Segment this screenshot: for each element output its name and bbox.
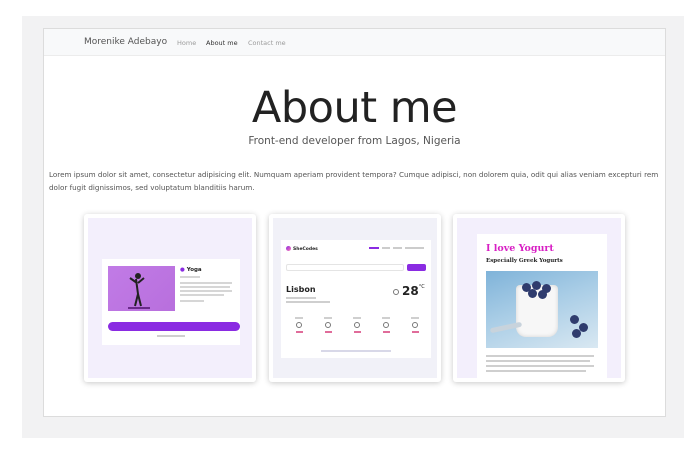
yoga-card-title: ● Yoga bbox=[180, 267, 202, 273]
forecast-day bbox=[322, 317, 334, 333]
yogurt-title: I love Yogurt bbox=[486, 243, 554, 254]
yogurt-preview-panel: I love Yogurt Especially Greek Yogurts bbox=[477, 234, 607, 382]
forecast-weather-icon bbox=[412, 321, 418, 328]
blueberry bbox=[538, 290, 547, 299]
weather-menu-item bbox=[369, 247, 379, 249]
weather-menu-item bbox=[382, 247, 390, 249]
weather-search-button bbox=[407, 264, 426, 271]
navbar-brand[interactable]: Morenike Adebayo bbox=[84, 37, 167, 47]
weather-menu-item bbox=[393, 247, 402, 249]
forecast-weather-icon bbox=[296, 321, 302, 328]
yogurt-preview: I love Yogurt Especially Greek Yogurts bbox=[457, 218, 621, 382]
forecast-day bbox=[409, 317, 421, 333]
blueberry bbox=[572, 329, 581, 338]
yogurt-photo bbox=[486, 271, 598, 348]
yoga-cta-button bbox=[108, 322, 240, 331]
yoga-image bbox=[108, 266, 175, 311]
weather-detail-line bbox=[286, 297, 316, 299]
yoga-figure-icon bbox=[128, 273, 150, 309]
page-subtitle: Front-end developer from Lagos, Nigeria bbox=[248, 135, 461, 147]
yogurt-subtitle: Especially Greek Yogurts bbox=[486, 258, 563, 264]
weather-logo: SheCodes bbox=[286, 246, 318, 252]
yoga-footnote bbox=[157, 335, 185, 337]
yoga-preview-panel: ● Yoga bbox=[102, 259, 240, 345]
weather-search-input bbox=[286, 264, 404, 271]
intro-paragraph: Lorem ipsum dolor sit amet, consectetur … bbox=[49, 170, 659, 192]
project-card-weather[interactable]: SheCodes Lisbon 28°C bbox=[269, 214, 441, 382]
weather-menu-item bbox=[405, 247, 424, 249]
website-frame: Morenike Adebayo Home About me Contact m… bbox=[43, 28, 666, 417]
navbar: Morenike Adebayo Home About me Contact m… bbox=[44, 29, 665, 56]
forecast-weather-icon bbox=[354, 321, 360, 328]
yoga-text-line bbox=[180, 286, 230, 288]
nav-link-home[interactable]: Home bbox=[177, 39, 196, 47]
yoga-text-line bbox=[180, 294, 224, 296]
yogurt-text-line bbox=[486, 370, 586, 372]
weather-detail-line bbox=[286, 301, 330, 303]
forecast-day bbox=[351, 317, 363, 333]
page-title: About me bbox=[251, 83, 458, 133]
forecast-weather-icon bbox=[383, 321, 389, 328]
project-card-yogurt[interactable]: I love Yogurt Especially Greek Yogurts bbox=[453, 214, 625, 382]
yoga-preview: ● Yoga bbox=[88, 218, 252, 378]
project-card-yoga[interactable]: ● Yoga bbox=[84, 214, 256, 382]
weather-preview: SheCodes Lisbon 28°C bbox=[273, 218, 437, 378]
yoga-text-line bbox=[180, 300, 204, 302]
weather-footer-line bbox=[321, 350, 391, 352]
weather-temperature: 28°C bbox=[402, 284, 425, 298]
blueberry bbox=[570, 315, 579, 324]
forecast-weather-icon bbox=[325, 321, 331, 328]
blueberry bbox=[528, 289, 537, 298]
forecast-day bbox=[293, 317, 305, 333]
nav-link-contact[interactable]: Contact me bbox=[248, 39, 286, 47]
weather-city: Lisbon bbox=[286, 285, 316, 294]
weather-preview-panel: SheCodes Lisbon 28°C bbox=[281, 240, 431, 358]
yogurt-text-line bbox=[486, 365, 594, 367]
yoga-text-line bbox=[180, 290, 232, 292]
yogurt-text-line bbox=[486, 355, 594, 357]
yoga-text-line bbox=[180, 282, 232, 284]
nav-link-about[interactable]: About me bbox=[206, 39, 238, 47]
weather-logo-icon bbox=[286, 246, 291, 251]
forecast-day bbox=[380, 317, 392, 333]
yogurt-text-line bbox=[486, 360, 590, 362]
yogurt-glass bbox=[516, 285, 558, 337]
yoga-text-line bbox=[180, 276, 200, 278]
weather-sun-icon bbox=[393, 289, 399, 295]
